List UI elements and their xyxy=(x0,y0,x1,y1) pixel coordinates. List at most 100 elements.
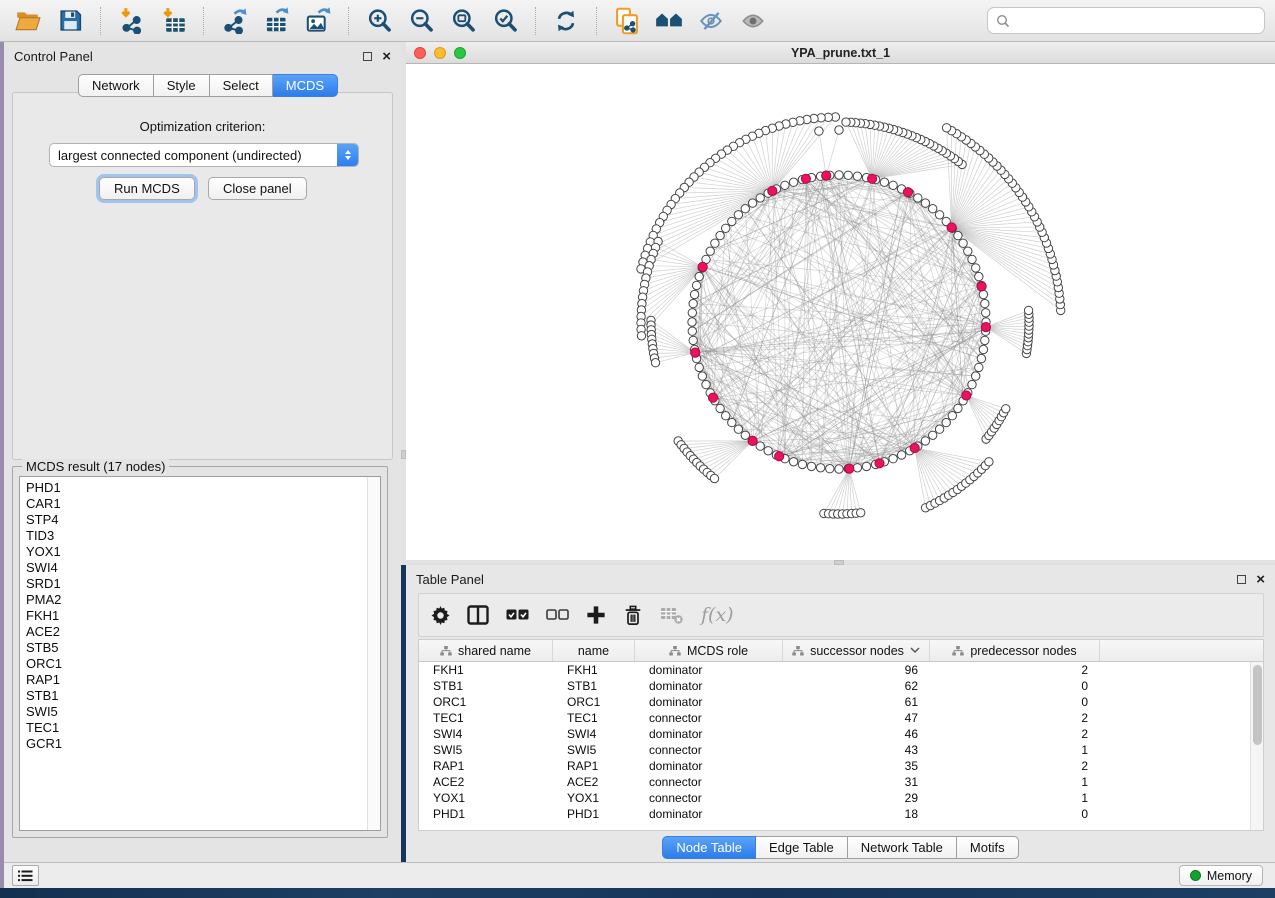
table-row[interactable]: SWI4SWI4dominator462 xyxy=(419,726,1263,742)
mcds-result-item[interactable]: FKH1 xyxy=(26,608,380,624)
vertical-split-divider[interactable] xyxy=(401,42,406,565)
table-cell: dominator xyxy=(635,726,783,742)
show-all-button[interactable] xyxy=(735,4,771,38)
result-list-scrollbar[interactable] xyxy=(367,477,380,830)
mcds-result-item[interactable]: SWI5 xyxy=(26,704,380,720)
first-neighbors-button[interactable] xyxy=(651,4,687,38)
close-panel-button[interactable]: Close panel xyxy=(208,177,307,200)
table-cell: 43 xyxy=(783,742,930,758)
table-cell: 0 xyxy=(930,806,1100,822)
criterion-dropdown[interactable]: largest connected component (undirected) xyxy=(49,143,359,167)
horizontal-split-divider[interactable] xyxy=(406,560,1275,565)
zoom-in-button[interactable] xyxy=(361,4,397,38)
table-row[interactable]: YOX1YOX1connector291 xyxy=(419,790,1263,806)
table-cell: ACE2 xyxy=(419,774,553,790)
divider-grip[interactable] xyxy=(401,450,406,459)
mcds-result-item[interactable]: STP4 xyxy=(26,512,380,528)
add-column-button[interactable] xyxy=(586,605,606,625)
run-mcds-button[interactable]: Run MCDS xyxy=(99,177,195,200)
hide-eye-icon xyxy=(697,8,725,34)
select-all-icon xyxy=(506,609,529,621)
close-window-icon[interactable]: × xyxy=(1256,575,1265,584)
tab-style[interactable]: Style xyxy=(154,74,210,97)
function-builder-button[interactable]: f(x) xyxy=(701,604,734,626)
table-row[interactable]: SWI5SWI5connector431 xyxy=(419,742,1263,758)
mcds-result-item[interactable]: ORC1 xyxy=(26,656,380,672)
zoom-fit-button[interactable] xyxy=(445,4,481,38)
table-row[interactable]: STB1STB1dominator620 xyxy=(419,678,1263,694)
tab-edge-table[interactable]: Edge Table xyxy=(756,836,848,859)
save-session-button[interactable] xyxy=(52,4,88,38)
tab-network[interactable]: Network xyxy=(78,74,154,97)
clone-network-icon xyxy=(613,7,641,35)
table-cell: SWI5 xyxy=(419,742,553,758)
mcds-result-item[interactable]: CAR1 xyxy=(26,496,380,512)
mcds-result-item[interactable]: PMA2 xyxy=(26,592,380,608)
tab-node-table[interactable]: Node Table xyxy=(662,836,756,859)
clone-network-button[interactable] xyxy=(609,4,645,38)
mcds-result-item[interactable]: SWI4 xyxy=(26,560,380,576)
mcds-result-item[interactable]: YOX1 xyxy=(26,544,380,560)
column-header-successor-nodes[interactable]: successor nodes xyxy=(783,640,930,661)
float-window-icon[interactable] xyxy=(363,52,372,61)
table-row[interactable]: FKH1FKH1dominator962 xyxy=(419,662,1263,678)
zoom-out-button[interactable] xyxy=(403,4,439,38)
hide-selected-button[interactable] xyxy=(693,4,729,38)
clear-table-button[interactable] xyxy=(660,605,684,625)
zoom-selected-button[interactable] xyxy=(487,4,523,38)
export-image-button[interactable] xyxy=(300,4,336,38)
table-row[interactable]: TEC1TEC1connector472 xyxy=(419,710,1263,726)
tab-select[interactable]: Select xyxy=(210,74,273,97)
select-all-rows-button[interactable] xyxy=(506,609,529,621)
memory-button[interactable]: Memory xyxy=(1179,865,1263,886)
mcds-result-item[interactable]: SRD1 xyxy=(26,576,380,592)
mcds-result-list[interactable]: PHD1CAR1STP4TID3YOX1SWI4SRD1PMA2FKH1ACE2… xyxy=(19,476,381,831)
table-row[interactable]: PHD1PHD1dominator180 xyxy=(419,806,1263,822)
network-canvas[interactable] xyxy=(406,64,1275,560)
mcds-result-item[interactable]: GCR1 xyxy=(26,736,380,752)
toolbar-separator xyxy=(203,7,204,35)
search-input[interactable] xyxy=(1015,13,1256,28)
refresh-layout-button[interactable] xyxy=(548,4,584,38)
save-icon xyxy=(58,8,83,33)
mcds-result-item[interactable]: TID3 xyxy=(26,528,380,544)
show-columns-button[interactable] xyxy=(467,605,489,625)
mcds-result-item[interactable]: ACE2 xyxy=(26,624,380,640)
search-field[interactable] xyxy=(987,7,1265,34)
tab-motifs[interactable]: Motifs xyxy=(957,836,1019,859)
mcds-result-item[interactable]: TEC1 xyxy=(26,720,380,736)
status-bar: Memory xyxy=(0,862,1275,888)
mcds-result-item[interactable]: RAP1 xyxy=(26,672,380,688)
tab-network-table[interactable]: Network Table xyxy=(848,836,957,859)
float-window-icon[interactable] xyxy=(1237,575,1246,584)
scrollbar-thumb[interactable] xyxy=(1253,665,1262,745)
divider-grip[interactable] xyxy=(834,560,844,565)
delete-column-button[interactable] xyxy=(623,605,643,626)
table-row[interactable]: ORC1ORC1dominator610 xyxy=(419,694,1263,710)
mcds-result-item[interactable]: STB1 xyxy=(26,688,380,704)
mcds-result-item[interactable]: STB5 xyxy=(26,640,380,656)
open-file-button[interactable] xyxy=(10,4,46,38)
network-window-titlebar[interactable]: YPA_prune.txt_1 xyxy=(406,42,1275,64)
table-row[interactable]: ACE2ACE2connector311 xyxy=(419,774,1263,790)
column-header-shared-name[interactable]: shared name xyxy=(419,640,553,661)
tab-mcds[interactable]: MCDS xyxy=(273,74,338,97)
table-scrollbar[interactable] xyxy=(1250,662,1263,830)
search-area xyxy=(987,7,1265,34)
mcds-result-item[interactable]: PHD1 xyxy=(26,480,380,496)
import-table-button[interactable] xyxy=(155,4,191,38)
search-icon xyxy=(996,14,1010,28)
task-history-button[interactable] xyxy=(12,865,39,886)
column-header-name[interactable]: name xyxy=(553,640,635,661)
import-network-button[interactable] xyxy=(113,4,149,38)
plus-icon xyxy=(586,605,606,625)
table-row[interactable]: RAP1RAP1dominator352 xyxy=(419,758,1263,774)
export-network-button[interactable] xyxy=(216,4,252,38)
export-table-button[interactable] xyxy=(258,4,294,38)
column-header-mcds-role[interactable]: MCDS role xyxy=(635,640,783,661)
table-settings-button[interactable] xyxy=(431,606,450,625)
column-header-predecessor-nodes[interactable]: predecessor nodes xyxy=(930,640,1100,661)
deselect-all-rows-button[interactable] xyxy=(546,609,569,621)
close-window-icon[interactable]: × xyxy=(382,52,391,61)
node-table: shared name name MCDS role successor nod… xyxy=(418,639,1264,831)
